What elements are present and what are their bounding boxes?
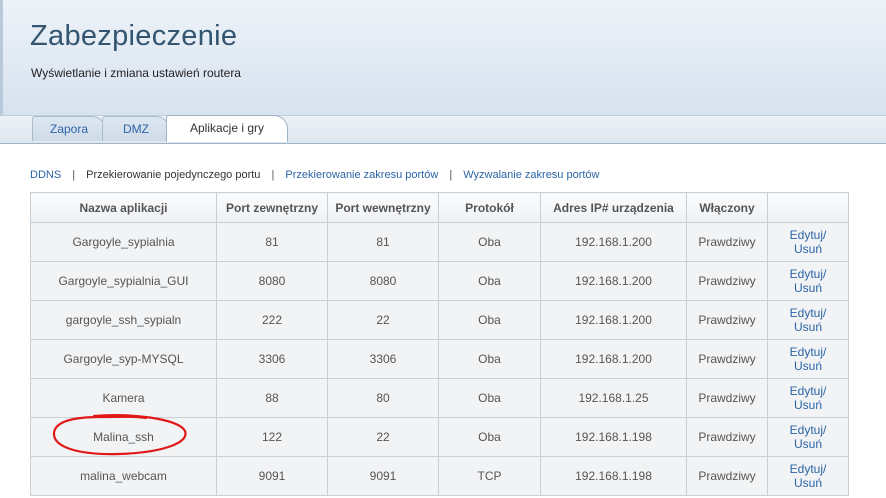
table-row: Gargoyle_sypialnia 81 81 Oba 192.168.1.200 Pr…	[30, 222, 849, 262]
tab-applications-games[interactable]: Aplikacje i gry	[166, 115, 288, 142]
cell-external-port: 81	[216, 222, 328, 262]
column-header-device-ip: Adres IP# urządzenia	[540, 192, 687, 223]
column-header-app-name: Nazwa aplikacji	[30, 192, 217, 223]
table-row: Gargoyle_syp-MYSQL 3306 3306 Oba 192.168.1.2…	[30, 339, 849, 379]
subnav-separator: |	[72, 169, 76, 181]
delete-link[interactable]: Usuń	[794, 242, 822, 256]
edit-link[interactable]: Edytuj/	[790, 384, 827, 398]
subnav-ddns[interactable]: DDNS	[30, 169, 61, 181]
edit-link[interactable]: Edytuj/	[790, 228, 827, 242]
cell-external-port: 8080	[216, 261, 328, 301]
table-row: malina_webcam 9091 9091 TCP 192.168.1.198 Pra…	[30, 456, 849, 496]
delete-link[interactable]: Usuń	[794, 281, 822, 295]
column-header-external-port: Port zewnętrzny	[216, 192, 328, 223]
cell-protocol: Oba	[438, 261, 541, 301]
cell-enabled: Prawdziwy	[686, 456, 768, 496]
cell-app-name: Gargoyle_sypialnia_GUI	[30, 261, 217, 301]
cell-device-ip: 192.168.1.198	[540, 456, 687, 496]
table-header-row: Nazwa aplikacji Port zewnętrzny Port wew…	[30, 192, 849, 223]
delete-link[interactable]: Usuń	[794, 476, 822, 490]
cell-protocol: Oba	[438, 300, 541, 340]
cell-protocol: TCP	[438, 456, 541, 496]
cell-internal-port: 22	[327, 300, 439, 340]
cell-app-name: Kamera	[30, 378, 217, 418]
cell-enabled: Prawdziwy	[686, 339, 768, 379]
cell-internal-port: 80	[327, 378, 439, 418]
cell-enabled: Prawdziwy	[686, 222, 768, 262]
subnav: DDNS | Przekierowanie pojedynczego portu…	[30, 169, 600, 181]
delete-link[interactable]: Usuń	[794, 398, 822, 412]
cell-internal-port: 8080	[327, 261, 439, 301]
cell-internal-port: 9091	[327, 456, 439, 496]
cell-app-name: gargoyle_ssh_sypialn	[30, 300, 217, 340]
cell-external-port: 9091	[216, 456, 328, 496]
cell-protocol: Oba	[438, 222, 541, 262]
subnav-port-range-triggering[interactable]: Wyzwalanie zakresu portów	[463, 169, 599, 181]
delete-link[interactable]: Usuń	[794, 320, 822, 334]
cell-app-name: malina_webcam	[30, 456, 217, 496]
cell-actions: Edytuj/Usuń	[767, 222, 849, 262]
tab-bar: Zapora DMZ Aplikacje i gry	[0, 115, 886, 144]
cell-device-ip: 192.168.1.198	[540, 417, 687, 457]
cell-actions: Edytuj/Usuń	[767, 417, 849, 457]
table-row: gargoyle_ssh_sypialn 222 22 Oba 192.168.1.20…	[30, 300, 849, 340]
cell-device-ip: 192.168.1.25	[540, 378, 687, 418]
edit-link[interactable]: Edytuj/	[790, 267, 827, 281]
frame-border	[0, 0, 3, 116]
cell-enabled: Prawdziwy	[686, 378, 768, 418]
subnav-separator: |	[271, 169, 275, 181]
port-forwarding-table: Nazwa aplikacji Port zewnętrzny Port wew…	[30, 192, 849, 496]
page-header: Zabezpieczenie Wyświetlanie i zmiana ust…	[0, 0, 886, 116]
cell-app-name: Malina_ssh	[30, 417, 217, 457]
cell-device-ip: 192.168.1.200	[540, 222, 687, 262]
cell-external-port: 3306	[216, 339, 328, 379]
column-header-protocol: Protokół	[438, 192, 541, 223]
page-subtitle: Wyświetlanie i zmiana ustawień routera	[31, 66, 241, 80]
delete-link[interactable]: Usuń	[794, 437, 822, 451]
cell-internal-port: 22	[327, 417, 439, 457]
table-row: Kamera 88 80 Oba 192.168.1.25 Prawdziwy Edytuj…	[30, 378, 849, 418]
cell-enabled: Prawdziwy	[686, 417, 768, 457]
table-row: Malina_ssh 122 22 Oba 192.168.1.198 Prawdziwy…	[30, 417, 849, 457]
cell-protocol: Oba	[438, 417, 541, 457]
cell-external-port: 122	[216, 417, 328, 457]
column-header-actions	[767, 192, 849, 223]
cell-actions: Edytuj/Usuń	[767, 378, 849, 418]
edit-link[interactable]: Edytuj/	[790, 306, 827, 320]
subnav-port-range-forwarding[interactable]: Przekierowanie zakresu portów	[285, 169, 438, 181]
cell-app-name: Gargoyle_syp-MYSQL	[30, 339, 217, 379]
page-title: Zabezpieczenie	[30, 20, 238, 52]
delete-link[interactable]: Usuń	[794, 359, 822, 373]
cell-device-ip: 192.168.1.200	[540, 339, 687, 379]
cell-external-port: 88	[216, 378, 328, 418]
subnav-separator: |	[449, 169, 453, 181]
main-content: DDNS | Przekierowanie pojedynczego portu…	[0, 145, 886, 498]
cell-actions: Edytuj/Usuń	[767, 339, 849, 379]
table-row: Gargoyle_sypialnia_GUI 8080 8080 Oba 192.168…	[30, 261, 849, 301]
cell-protocol: Oba	[438, 378, 541, 418]
subnav-single-port-forwarding: Przekierowanie pojedynczego portu	[86, 169, 261, 181]
cell-actions: Edytuj/Usuń	[767, 456, 849, 496]
cell-enabled: Prawdziwy	[686, 300, 768, 340]
cell-actions: Edytuj/Usuń	[767, 300, 849, 340]
cell-internal-port: 3306	[327, 339, 439, 379]
cell-enabled: Prawdziwy	[686, 261, 768, 301]
edit-link[interactable]: Edytuj/	[790, 423, 827, 437]
edit-link[interactable]: Edytuj/	[790, 345, 827, 359]
cell-protocol: Oba	[438, 339, 541, 379]
cell-app-name: Gargoyle_sypialnia	[30, 222, 217, 262]
cell-internal-port: 81	[327, 222, 439, 262]
cell-actions: Edytuj/Usuń	[767, 261, 849, 301]
column-header-internal-port: Port wewnętrzny	[327, 192, 439, 223]
cell-device-ip: 192.168.1.200	[540, 300, 687, 340]
cell-device-ip: 192.168.1.200	[540, 261, 687, 301]
tab-firewall[interactable]: Zapora	[32, 116, 106, 141]
tab-dmz[interactable]: DMZ	[102, 116, 170, 141]
cell-external-port: 222	[216, 300, 328, 340]
edit-link[interactable]: Edytuj/	[790, 462, 827, 476]
column-header-enabled: Włączony	[686, 192, 768, 223]
